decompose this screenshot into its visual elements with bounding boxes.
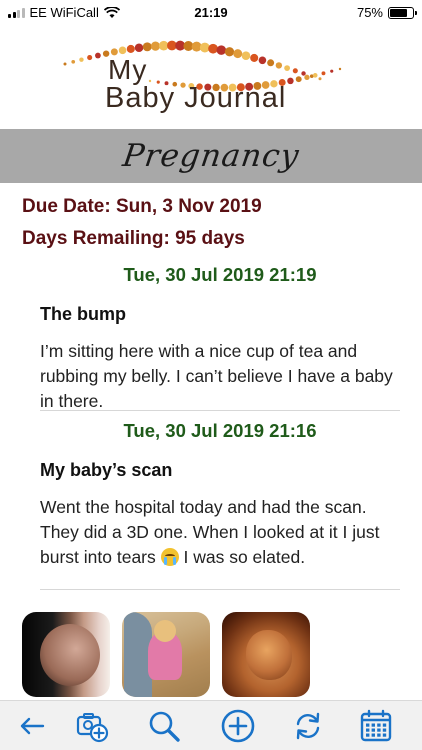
logo-dot — [199, 42, 210, 53]
logo-dot — [150, 41, 161, 51]
photo-thumbnail-bump[interactable] — [22, 612, 110, 697]
child-head-shape — [154, 620, 176, 642]
entry-date: Tue, 30 Jul 2019 21:19 — [123, 264, 317, 285]
logo-dot — [63, 62, 67, 66]
logo-dot — [142, 42, 152, 52]
logo-dot — [87, 55, 93, 61]
status-right: 75% — [356, 5, 417, 20]
entry-body: I’m sitting here with a nice cup of tea … — [40, 341, 393, 411]
calendar-day-cell — [382, 723, 387, 727]
logo-dot — [318, 77, 322, 81]
bottom-toolbar — [0, 700, 422, 750]
due-date: Due Date: Sun, 3 Nov 2019 — [22, 196, 262, 217]
entry-title: My baby’s scan — [40, 460, 173, 480]
entry-title: The bump — [40, 304, 126, 324]
logo-text-journal: Baby Journal — [105, 82, 287, 114]
logo-dot — [321, 71, 326, 76]
photo-thumbnail-scan[interactable] — [222, 612, 310, 697]
entry-body: Went the hospital today and had the scan… — [40, 495, 400, 570]
calendar-button[interactable] — [358, 708, 394, 744]
logo-dot — [224, 47, 235, 57]
entry-divider — [40, 410, 400, 411]
add-entry-button[interactable] — [220, 708, 256, 744]
page-title: Pregnancy — [120, 138, 302, 174]
search-icon — [149, 711, 180, 742]
logo-dot — [241, 51, 251, 60]
calendar-day-cell — [366, 733, 370, 737]
entry-body-text-end: I was so elated. — [178, 547, 306, 567]
calendar-day-cell — [366, 728, 370, 732]
battery-fill — [390, 8, 407, 17]
calendar-day-cell — [377, 728, 381, 732]
add-photo-icon — [76, 713, 109, 743]
section-header: Pregnancy — [0, 129, 422, 183]
logo-dot — [250, 53, 259, 62]
calendar-day-cell — [377, 723, 381, 727]
logo-dot — [301, 71, 306, 76]
photo-thumbnail-child[interactable] — [122, 612, 210, 697]
logo-dot — [118, 46, 127, 55]
calendar-day-cell — [371, 723, 375, 727]
back-button[interactable] — [14, 708, 50, 744]
logo-dot — [208, 43, 218, 54]
add-icon — [221, 709, 255, 743]
crying-face-icon — [160, 548, 179, 566]
logo-dot — [330, 69, 334, 73]
calendar-icon — [360, 709, 392, 742]
logo-dot — [79, 57, 84, 62]
sync-button[interactable] — [290, 708, 326, 744]
logo-dot — [267, 59, 275, 67]
journal-entry[interactable]: Tue, 30 Jul 2019 21:16 My baby’s scan We… — [40, 420, 400, 570]
logo-dot — [258, 56, 267, 65]
logo-dot — [134, 43, 144, 53]
days-remaining: Days Remailing: 95 days — [22, 228, 245, 249]
logo-dot — [216, 45, 227, 55]
logo-dot — [312, 73, 318, 78]
belly-shape — [40, 624, 100, 686]
status-bar: EE WiFiCall 21:19 75% — [0, 0, 422, 26]
journal-entry[interactable]: Tue, 30 Jul 2019 21:19 The bump I’m sitt… — [40, 264, 400, 414]
battery-icon — [388, 6, 417, 19]
calendar-day-cell — [371, 728, 375, 732]
calendar-day-cell — [366, 723, 370, 727]
add-photo-button[interactable] — [74, 708, 110, 744]
calendar-day-cell — [377, 733, 381, 737]
app-logo: My Baby Journal — [0, 26, 422, 126]
calendar-day-cell — [371, 733, 375, 737]
entry-divider — [40, 589, 400, 590]
logo-dot — [95, 52, 101, 59]
logo-dot — [71, 59, 76, 64]
calendar-day-cell — [382, 733, 387, 737]
sync-icon — [296, 712, 320, 740]
logo-dot — [126, 44, 135, 53]
entry-date: Tue, 30 Jul 2019 21:16 — [123, 420, 317, 441]
logo-dot — [338, 67, 342, 71]
logo-dot — [292, 68, 298, 74]
calendar-day-cell — [382, 728, 387, 732]
back-arrow-icon — [20, 717, 45, 735]
logo-dot — [295, 76, 302, 83]
logo-dot — [287, 77, 294, 85]
logo-dot — [304, 74, 310, 80]
search-button[interactable] — [146, 708, 182, 744]
logo-dot — [284, 65, 290, 71]
battery-percent: 75% — [356, 5, 383, 20]
scan-face-shape — [246, 630, 292, 680]
logo-dot — [275, 62, 283, 69]
logo-dot — [233, 49, 243, 59]
